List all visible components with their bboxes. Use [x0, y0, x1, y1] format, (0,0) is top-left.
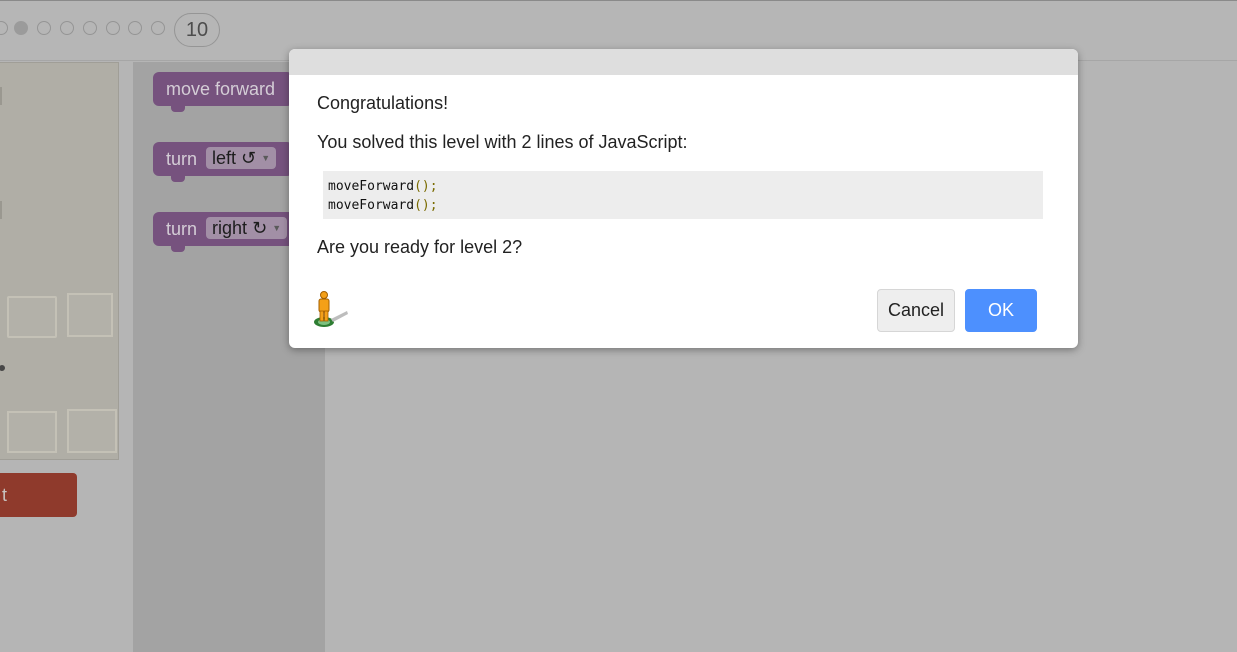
dialog-question: Are you ready for level 2?: [317, 237, 523, 257]
level-dot[interactable]: [37, 21, 51, 35]
chevron-down-icon: ▼: [272, 223, 282, 233]
level-dot[interactable]: [0, 21, 8, 35]
code-line: moveForward();: [328, 177, 1043, 196]
maze-path: [0, 201, 2, 219]
pegman-icon: [314, 291, 348, 327]
dialog-message: You solved this level with 2 lines of Ja…: [317, 132, 688, 152]
maze-area: [0, 62, 119, 460]
code-listing: moveForward(); moveForward();: [323, 171, 1043, 219]
maze-tile: [67, 293, 113, 337]
block-label: turn: [166, 149, 198, 169]
code-call: moveForward: [328, 179, 415, 194]
maze-tile: [67, 409, 117, 453]
level-dot[interactable]: [60, 21, 74, 35]
dialog-heading: Congratulations!: [317, 93, 449, 113]
maze-tile: [7, 411, 57, 453]
level-dot[interactable]: [106, 21, 120, 35]
ok-button[interactable]: OK: [965, 289, 1037, 332]
code-line: moveForward();: [328, 196, 1043, 215]
player-marker: [0, 365, 5, 371]
maze-tile: [7, 296, 57, 338]
run-program-button[interactable]: t: [0, 473, 77, 517]
maze-path: [0, 87, 2, 105]
code-punct: ();: [414, 179, 438, 194]
block-label: turn: [166, 219, 198, 239]
chevron-down-icon: ▼: [261, 153, 271, 163]
code-punct: ();: [414, 198, 438, 213]
level-dot[interactable]: [128, 21, 142, 35]
direction-dropdown[interactable]: right ↻ ▼: [206, 217, 288, 239]
level-dot[interactable]: [83, 21, 97, 35]
dropdown-value: right ↻: [212, 218, 268, 238]
block-label: move forward: [166, 79, 276, 99]
cancel-button[interactable]: Cancel: [877, 289, 955, 332]
current-level-indicator[interactable]: 10: [174, 13, 220, 47]
turn-right-block[interactable]: turn right ↻ ▼: [153, 212, 298, 252]
direction-dropdown[interactable]: left ↺ ▼: [206, 147, 277, 169]
congratulations-dialog: Congratulations! You solved this level w…: [289, 49, 1078, 348]
turn-left-block[interactable]: turn left ↺ ▼: [153, 142, 293, 182]
dropdown-value: left ↺: [212, 148, 257, 168]
move-forward-block[interactable]: move forward: [153, 72, 293, 112]
dialog-header: [289, 49, 1078, 75]
code-call: moveForward: [328, 198, 415, 213]
level-dot[interactable]: [151, 21, 165, 35]
level-dot-completed[interactable]: [14, 21, 28, 35]
